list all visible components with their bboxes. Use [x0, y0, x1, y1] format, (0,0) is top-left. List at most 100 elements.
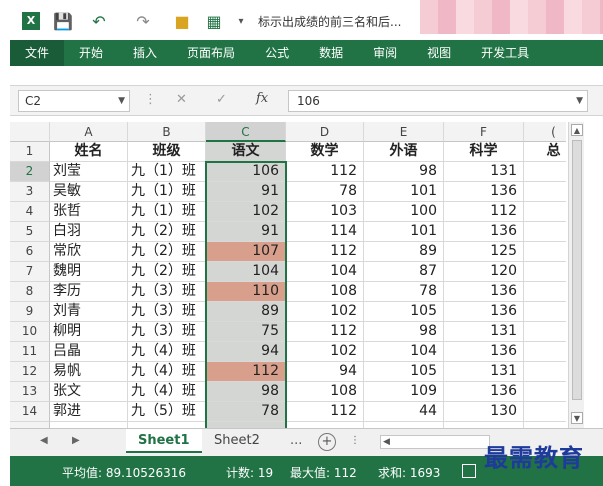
score-cell[interactable]: 104	[206, 262, 286, 282]
empty-cell[interactable]	[524, 382, 566, 402]
empty-cell[interactable]	[524, 322, 566, 342]
header-cell[interactable]: 语文	[206, 142, 286, 162]
score-cell[interactable]: 89	[364, 242, 444, 262]
column-header-d[interactable]: D	[286, 122, 364, 142]
scroll-up-icon[interactable]: ▲	[571, 124, 583, 136]
empty-cell[interactable]	[524, 342, 566, 362]
tab-data[interactable]: 数据	[304, 40, 358, 66]
name-cell[interactable]: 刘莹	[50, 162, 128, 182]
name-cell[interactable]: 张哲	[50, 202, 128, 222]
tab-file[interactable]: 文件	[10, 40, 65, 66]
empty-cell[interactable]	[524, 242, 566, 262]
score-cell[interactable]: 78	[206, 402, 286, 422]
row-header[interactable]: 8	[10, 282, 50, 302]
format-icon[interactable]: ▦	[204, 10, 224, 32]
score-cell[interactable]: 78	[286, 182, 364, 202]
normal-view-icon[interactable]	[462, 464, 476, 478]
score-cell[interactable]: 108	[286, 382, 364, 402]
header-cell[interactable]: 总	[524, 142, 566, 162]
score-cell[interactable]: 136	[444, 302, 524, 322]
name-cell[interactable]: 易帆	[50, 362, 128, 382]
row-header[interactable]: 6	[10, 242, 50, 262]
name-cell[interactable]: 吕晶	[50, 342, 128, 362]
tab-split-icon[interactable]: ⋮	[350, 435, 360, 446]
score-cell[interactable]: 130	[444, 402, 524, 422]
class-cell[interactable]: 九（2）班	[128, 222, 206, 242]
class-cell[interactable]: 九（2）班	[128, 242, 206, 262]
column-header-c[interactable]: C	[206, 122, 286, 142]
name-cell[interactable]: 柳明	[50, 322, 128, 342]
expand-formula-icon[interactable]: ▼	[576, 91, 583, 111]
redo-icon[interactable]: ↷	[130, 10, 156, 32]
score-cell[interactable]: 104	[286, 262, 364, 282]
score-cell[interactable]: 78	[364, 282, 444, 302]
empty-cell[interactable]	[524, 302, 566, 322]
tab-insert[interactable]: 插入	[118, 40, 172, 66]
empty-cell[interactable]	[524, 162, 566, 182]
class-cell[interactable]: 九（1）班	[128, 182, 206, 202]
column-header-b[interactable]: B	[128, 122, 206, 142]
vertical-scrollbar[interactable]: ▲ ▼	[568, 122, 584, 428]
customize-quick-access-icon[interactable]: ▾	[234, 10, 248, 32]
score-cell[interactable]: 108	[286, 282, 364, 302]
class-cell[interactable]: 九（4）班	[128, 382, 206, 402]
score-cell[interactable]: 110	[206, 282, 286, 302]
empty-cell[interactable]	[524, 202, 566, 222]
class-cell[interactable]: 九（2）班	[128, 262, 206, 282]
class-cell[interactable]: 九（3）班	[128, 322, 206, 342]
score-cell[interactable]: 131	[444, 322, 524, 342]
scroll-left-icon[interactable]: ◀	[383, 437, 390, 447]
score-cell[interactable]: 136	[444, 182, 524, 202]
score-cell[interactable]: 109	[364, 382, 444, 402]
row-header[interactable]: 7	[10, 262, 50, 282]
score-cell[interactable]: 114	[286, 222, 364, 242]
score-cell[interactable]: 136	[444, 342, 524, 362]
name-cell[interactable]: 张文	[50, 382, 128, 402]
score-cell[interactable]: 94	[286, 362, 364, 382]
score-cell[interactable]: 75	[206, 322, 286, 342]
score-cell[interactable]: 112	[286, 162, 364, 182]
class-cell[interactable]: 九（1）班	[128, 162, 206, 182]
name-cell[interactable]: 吴敏	[50, 182, 128, 202]
tab-review[interactable]: 审阅	[358, 40, 412, 66]
score-cell[interactable]: 136	[444, 222, 524, 242]
score-cell[interactable]: 102	[286, 302, 364, 322]
row-header[interactable]: 1	[10, 142, 50, 162]
score-cell[interactable]: 101	[364, 222, 444, 242]
tab-developer[interactable]: 开发工具	[466, 40, 544, 66]
add-sheet-button[interactable]: +	[318, 433, 336, 451]
horizontal-scrollbar[interactable]: ◀	[380, 435, 490, 449]
empty-cell[interactable]	[524, 282, 566, 302]
name-cell[interactable]: 白羽	[50, 222, 128, 242]
score-cell[interactable]: 106	[206, 162, 286, 182]
score-cell[interactable]: 87	[364, 262, 444, 282]
header-cell[interactable]: 班级	[128, 142, 206, 162]
excel-icon[interactable]: X	[22, 12, 40, 30]
tab-view[interactable]: 视图	[412, 40, 466, 66]
formula-input[interactable]: 106 ▼	[288, 90, 588, 112]
row-header[interactable]: 9	[10, 302, 50, 322]
score-cell[interactable]: 91	[206, 222, 286, 242]
column-header-f[interactable]: F	[444, 122, 524, 142]
score-cell[interactable]: 125	[444, 242, 524, 262]
score-cell[interactable]: 98	[364, 322, 444, 342]
column-header-([interactable]: (	[524, 122, 566, 142]
empty-cell[interactable]	[524, 222, 566, 242]
score-cell[interactable]: 136	[444, 282, 524, 302]
score-cell[interactable]: 112	[444, 202, 524, 222]
row-header[interactable]: 4	[10, 202, 50, 222]
cancel-icon[interactable]: ✕	[176, 92, 187, 107]
empty-cell[interactable]	[524, 262, 566, 282]
score-cell[interactable]: 102	[206, 202, 286, 222]
score-cell[interactable]: 103	[286, 202, 364, 222]
next-sheet-icon[interactable]: ▶	[72, 435, 80, 446]
score-cell[interactable]: 104	[364, 342, 444, 362]
row-header[interactable]: 10	[10, 322, 50, 342]
score-cell[interactable]: 112	[286, 242, 364, 262]
open-folder-icon[interactable]: ■	[172, 10, 192, 32]
row-header[interactable]: 5	[10, 222, 50, 242]
name-cell[interactable]: 李历	[50, 282, 128, 302]
scroll-thumb[interactable]	[572, 140, 582, 400]
score-cell[interactable]: 91	[206, 182, 286, 202]
score-cell[interactable]: 102	[286, 342, 364, 362]
